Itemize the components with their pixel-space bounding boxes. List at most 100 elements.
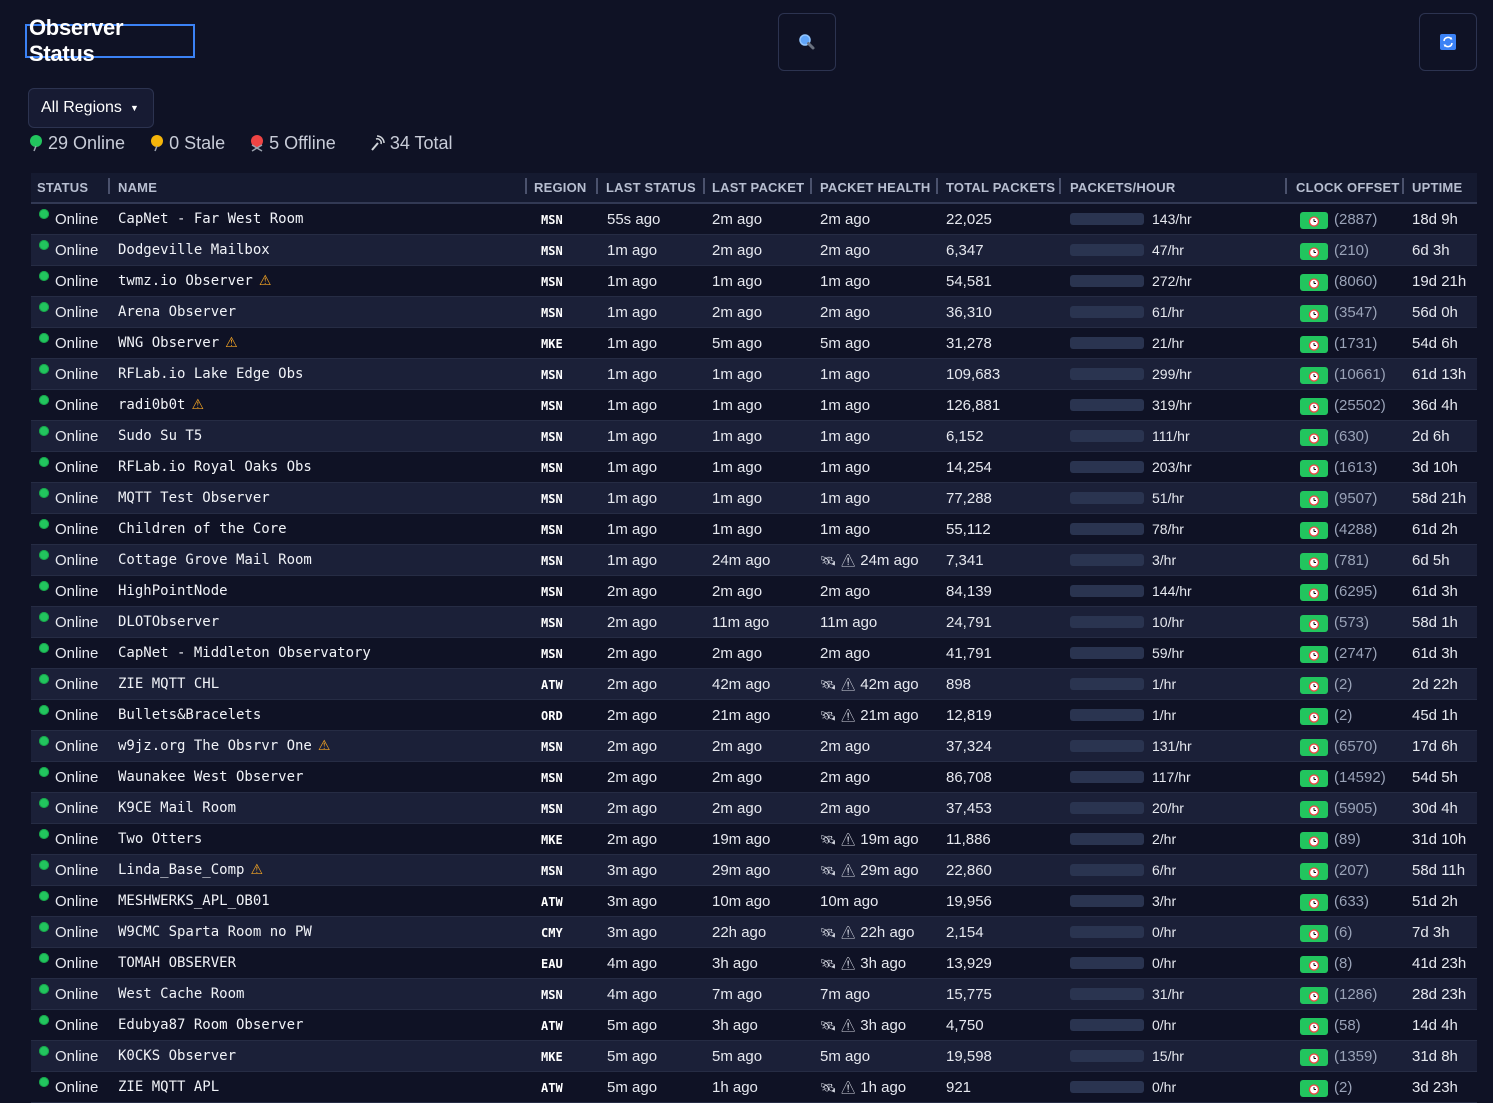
last-packet-time: 10m ago (712, 893, 771, 910)
table-row[interactable]: Online DLOTObserver MSN 2m ago 11m ago 11m ag… (31, 607, 1477, 638)
column-resize-handle[interactable] (1402, 178, 1404, 194)
table-row[interactable]: Online Arena Observer MSN 1m ago 2m ago 2m ag… (31, 297, 1477, 328)
observer-name[interactable]: Children of the Core (118, 521, 287, 537)
table-row[interactable]: Online ZIE MQTT CHL ATW 2m ago 42m ago 🛰 ⚠ 42… (31, 669, 1477, 700)
table-row[interactable]: Online Two Otters MKE 2m ago 19m ago 🛰 ⚠ 19m … (31, 824, 1477, 855)
observer-name[interactable]: W9CMC Sparta Room no PW (118, 924, 312, 940)
packet-health: 2m ago (820, 800, 870, 817)
column-header-total-packets[interactable]: TOTAL PACKETS (946, 180, 1055, 195)
packet-health-text: 42m ago (860, 676, 919, 693)
observer-name[interactable]: K9CE Mail Room (118, 800, 236, 816)
observer-name[interactable]: ZIE MQTT APL (118, 1079, 219, 1095)
observer-name[interactable]: RFLab.io Royal Oaks Obs (118, 459, 312, 475)
column-resize-handle[interactable] (108, 178, 110, 194)
table-row[interactable]: Online West Cache Room MSN 4m ago 7m ago 7m a… (31, 979, 1477, 1010)
table-row[interactable]: Online Linda_Base_Comp ⚠ MSN 3m ago 29m ago 🛰 … (31, 855, 1477, 886)
packets-per-hour-bar (1070, 337, 1144, 349)
table-row[interactable]: Online CapNet - Far West Room MSN 55s ago 2m… (31, 204, 1477, 235)
observer-name[interactable]: w9jz.org The Obsrvr One ⚠ (118, 738, 330, 754)
observer-name[interactable]: radi0b0t ⚠ (118, 397, 204, 413)
satellite-icon: 🛰 (820, 1018, 837, 1033)
column-header-region[interactable]: REGION (534, 180, 586, 195)
observer-name[interactable]: WNG Observer ⚠ (118, 335, 238, 351)
observer-name[interactable]: Cottage Grove Mail Room (118, 552, 312, 568)
observer-name[interactable]: ZIE MQTT CHL (118, 676, 219, 692)
table-row[interactable]: Online W9CMC Sparta Room no PW CMY 3m ago 22… (31, 917, 1477, 948)
column-header-name[interactable]: NAME (118, 180, 157, 195)
search-button[interactable] (778, 13, 836, 71)
column-header-uptime[interactable]: UPTIME (1412, 180, 1462, 195)
observer-name[interactable]: Waunakee West Observer (118, 769, 303, 785)
table-row[interactable]: Online RFLab.io Royal Oaks Obs MSN 1m ago 1m… (31, 452, 1477, 483)
packets-per-hour-bar (1070, 430, 1144, 442)
table-row[interactable]: Online Waunakee West Observer MSN 2m ago 2m … (31, 762, 1477, 793)
observer-name[interactable]: RFLab.io Lake Edge Obs (118, 366, 303, 382)
table-row[interactable]: Online Children of the Core MSN 1m ago 1m ag… (31, 514, 1477, 545)
column-header-packet-health[interactable]: PACKET HEALTH (820, 180, 930, 195)
column-header-clock-offset[interactable]: CLOCK OFFSET (1296, 180, 1400, 195)
table-row[interactable]: Online MQTT Test Observer MSN 1m ago 1m ago 1… (31, 483, 1477, 514)
column-resize-handle[interactable] (596, 178, 598, 194)
column-header-last-status[interactable]: LAST STATUS (606, 180, 696, 195)
table-row[interactable]: Online TOMAH OBSERVER EAU 4m ago 3h ago 🛰 ⚠ 3… (31, 948, 1477, 979)
observer-name[interactable]: DLOTObserver (118, 614, 219, 630)
packets-per-hour: 0/hr (1152, 924, 1177, 940)
table-row[interactable]: Online HighPointNode MSN 2m ago 2m ago 2m ago… (31, 576, 1477, 607)
status-label: Online (55, 893, 99, 910)
last-status-time: 1m ago (607, 366, 658, 383)
packets-per-hour: 319/hr (1152, 397, 1192, 413)
observer-name[interactable]: MESHWERKS_APL_OB01 (118, 893, 270, 909)
observer-name[interactable]: CapNet - Middleton Observatory (118, 645, 371, 661)
table-row[interactable]: Online Bullets&Bracelets ORD 2m ago 21m ago 🛰… (31, 700, 1477, 731)
column-header-last-packet[interactable]: LAST PACKET (712, 180, 804, 195)
table-row[interactable]: Online twmz.io Observer ⚠ MSN 1m ago 1m ago 1m… (31, 266, 1477, 297)
clock-offset: (630) (1334, 428, 1370, 445)
online-status-dot-icon (39, 736, 49, 746)
region-filter-dropdown[interactable]: All Regions ▼ (28, 88, 154, 128)
packets-per-hour: 2/hr (1152, 831, 1177, 847)
observer-name[interactable]: Linda_Base_Comp ⚠ (118, 862, 263, 878)
column-resize-handle[interactable] (1059, 178, 1061, 194)
table-row[interactable]: Online Sudo Su T5 MSN 1m ago 1m ago 1m ago 6,1… (31, 421, 1477, 452)
observer-name[interactable]: Sudo Su T5 (118, 428, 202, 444)
observer-name[interactable]: Edubya87 Room Observer (118, 1017, 303, 1033)
table-row[interactable]: Online CapNet - Middleton Observatory MSN 2… (31, 638, 1477, 669)
table-row[interactable]: Online Dodgeville Mailbox MSN 1m ago 2m ago 2… (31, 235, 1477, 266)
observer-name[interactable]: TOMAH OBSERVER (118, 955, 236, 971)
column-resize-handle[interactable] (1285, 178, 1287, 194)
table-row[interactable]: Online w9jz.org The Obsrvr One ⚠ MSN 2m ago 2… (31, 731, 1477, 762)
packet-health-text: 1m ago (820, 366, 871, 383)
observer-name[interactable]: twmz.io Observer ⚠ (118, 273, 271, 289)
packet-health: 11m ago (820, 614, 877, 631)
observer-name[interactable]: Two Otters (118, 831, 202, 847)
observer-name[interactable]: MQTT Test Observer (118, 490, 270, 506)
observer-name[interactable]: Arena Observer (118, 304, 236, 320)
status-label: Online (55, 614, 99, 631)
observer-name[interactable]: HighPointNode (118, 583, 228, 599)
table-row[interactable]: Online Cottage Grove Mail Room MSN 1m ago 24… (31, 545, 1477, 576)
observer-name[interactable]: West Cache Room (118, 986, 244, 1002)
table-row[interactable]: Online radi0b0t ⚠ MSN 1m ago 1m ago 1m ago 126,… (31, 390, 1477, 421)
table-row[interactable]: Online K9CE Mail Room MSN 2m ago 2m ago 2m ag… (31, 793, 1477, 824)
clock-offset: (2) (1334, 1079, 1353, 1096)
column-header-packets-per-hour[interactable]: PACKETS/HOUR (1070, 180, 1175, 195)
observer-name[interactable]: K0CKS Observer (118, 1048, 236, 1064)
online-status-dot-icon (39, 457, 49, 467)
refresh-button[interactable] (1419, 13, 1477, 71)
table-row[interactable]: Online RFLab.io Lake Edge Obs MSN 1m ago 1m … (31, 359, 1477, 390)
packets-per-hour: 78/hr (1152, 521, 1184, 537)
table-row[interactable]: Online MESHWERKS_APL_OB01 ATW 3m ago 10m ago… (31, 886, 1477, 917)
packets-per-hour: 1/hr (1152, 707, 1177, 723)
observer-name[interactable]: Bullets&Bracelets (118, 707, 261, 723)
column-resize-handle[interactable] (525, 178, 527, 194)
last-status-time: 1m ago (607, 304, 658, 321)
table-row[interactable]: Online WNG Observer ⚠ MKE 1m ago 5m ago 5m ago… (31, 328, 1477, 359)
column-header-status[interactable]: STATUS (37, 180, 88, 195)
table-row[interactable]: Online ZIE MQTT APL ATW 5m ago 1h ago 🛰 ⚠ 1h … (31, 1072, 1477, 1103)
column-resize-handle[interactable] (703, 178, 705, 194)
column-resize-handle[interactable] (810, 178, 812, 194)
column-resize-handle[interactable] (936, 178, 938, 194)
table-row[interactable]: Online Edubya87 Room Observer ATW 5m ago 3h … (31, 1010, 1477, 1041)
observer-name[interactable]: Dodgeville Mailbox (118, 242, 270, 258)
observer-name[interactable]: CapNet - Far West Room (118, 211, 303, 227)
